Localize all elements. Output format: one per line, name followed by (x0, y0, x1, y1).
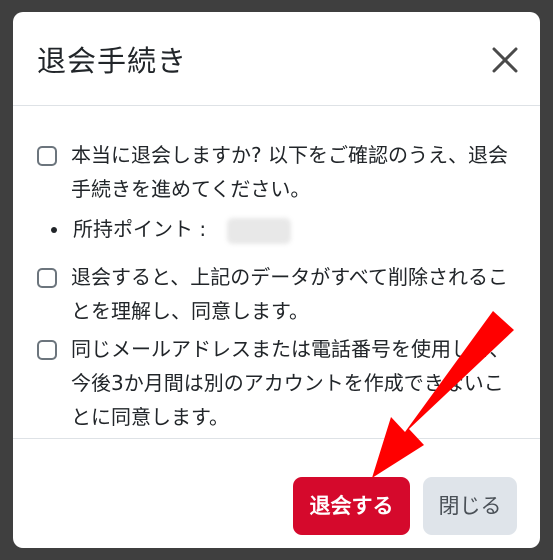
modal-body: 本当に退会しますか? 以下をご確認のうえ、退会手続きを進めてください。 所持ポイ… (13, 106, 540, 438)
withdraw-button[interactable]: 退会する (293, 477, 410, 535)
modal-footer: 退会する 閉じる (13, 438, 540, 548)
account-restriction-checkbox[interactable] (37, 340, 57, 360)
modal-title: 退会手続き (37, 44, 188, 78)
data-deletion-label: 退会すると、上記のデータがすべて削除されることを理解し、同意します。 (71, 265, 508, 323)
data-deletion-checkbox[interactable] (37, 268, 57, 288)
modal-header: 退会手続き (13, 12, 540, 106)
bullet-icon (51, 227, 57, 233)
confirm-withdraw-label: 本当に退会しますか? 以下をご確認のうえ、退会手続きを進めてください。 (71, 143, 508, 201)
points-value-redacted (227, 218, 291, 244)
close-modal-button[interactable]: 閉じる (423, 477, 517, 535)
close-button[interactable] (487, 42, 523, 78)
confirm-withdraw-checkbox[interactable] (37, 146, 57, 166)
points-list-item: 所持ポイント : (51, 212, 311, 246)
close-icon (492, 47, 518, 73)
points-label: 所持ポイント : (73, 217, 207, 241)
account-restriction-label: 同じメールアドレスまたは電話番号を使用して、今後3か月間は別のアカウントを作成で… (71, 337, 510, 429)
withdrawal-modal: 退会手続き 本当に退会しますか? 以下をご確認のうえ、退会手続きを進めてください… (13, 12, 540, 548)
